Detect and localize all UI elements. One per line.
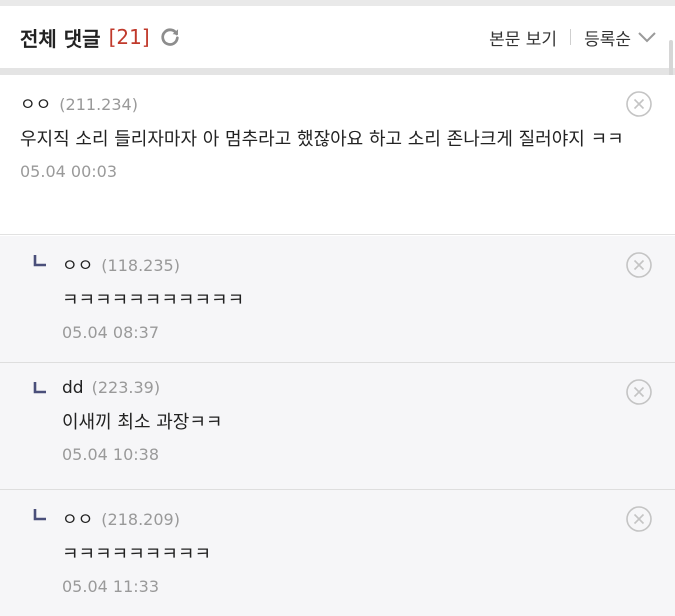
comment-meta: ㅇㅇ (211.234) xyxy=(20,90,655,115)
comments-header: 전체 댓글 [21] 본문 보기 등록순 xyxy=(0,6,675,68)
delete-icon[interactable] xyxy=(625,505,653,533)
header-actions: 본문 보기 등록순 xyxy=(489,25,657,50)
comment-meta: ㅇㅇ (218.209) xyxy=(62,505,655,530)
comment-ip: (218.209) xyxy=(101,510,180,529)
comment-ip: (211.234) xyxy=(59,95,138,114)
comment-time: 05.04 11:33 xyxy=(62,577,159,596)
comment-time: 05.04 10:38 xyxy=(62,445,159,464)
comment-text: ㅋㅋㅋㅋㅋㅋㅋㅋㅋㅋㅋ xyxy=(62,290,245,311)
comment-ip: (223.39) xyxy=(91,378,161,397)
divider xyxy=(570,29,572,45)
delete-icon[interactable] xyxy=(625,378,653,406)
reply-arrow-icon xyxy=(33,507,47,521)
reply-item: ㅇㅇ (118.235) ㅋㅋㅋㅋㅋㅋㅋㅋㅋㅋㅋ 05.04 08:37 xyxy=(0,236,675,363)
delete-icon[interactable] xyxy=(625,90,653,118)
view-body-button[interactable]: 본문 보기 xyxy=(489,25,557,50)
reply-item: dd (223.39) 이새끼 최소 과장ㅋㅋ 05.04 10:38 xyxy=(0,363,675,490)
comment-time: 05.04 00:03 xyxy=(20,162,117,181)
refresh-icon[interactable] xyxy=(158,25,182,49)
comment-meta: dd (223.39) xyxy=(62,378,655,398)
comment-text: ㅋㅋㅋㅋㅋㅋㅋㅋㅋ xyxy=(62,544,212,565)
comments-title: 전체 댓글 xyxy=(20,26,101,51)
scrollbar[interactable] xyxy=(669,40,673,80)
reply-item: ㅇㅇ (218.209) ㅋㅋㅋㅋㅋㅋㅋㅋㅋ 05.04 11:33 xyxy=(0,490,675,616)
comment-author[interactable]: ㅇㅇ xyxy=(62,505,93,530)
comment-text: 우지직 소리 들리자마자 아 멈추라고 했잖아요 하고 소리 존나크게 질러야지… xyxy=(20,129,624,150)
chevron-down-icon xyxy=(637,27,657,47)
sort-select[interactable]: 등록순 xyxy=(584,25,657,50)
comment-text: 이새끼 최소 과장ㅋㅋ xyxy=(62,412,223,433)
comment-author[interactable]: dd xyxy=(62,378,84,398)
comment-author[interactable]: ㅇㅇ xyxy=(62,251,93,276)
reply-arrow-icon xyxy=(33,253,47,267)
reply-arrow-icon xyxy=(33,380,47,394)
sort-label: 등록순 xyxy=(584,29,631,50)
comment-item: ㅇㅇ (211.234) 우지직 소리 들리자마자 아 멈추라고 했잖아요 하고… xyxy=(0,75,675,235)
delete-icon[interactable] xyxy=(625,251,653,279)
comment-author[interactable]: ㅇㅇ xyxy=(20,90,51,115)
header-separator xyxy=(0,68,675,75)
comment-meta: ㅇㅇ (118.235) xyxy=(62,251,655,276)
comment-ip: (118.235) xyxy=(101,256,180,275)
comment-count: [21] xyxy=(108,25,150,49)
comment-time: 05.04 08:37 xyxy=(62,323,159,342)
